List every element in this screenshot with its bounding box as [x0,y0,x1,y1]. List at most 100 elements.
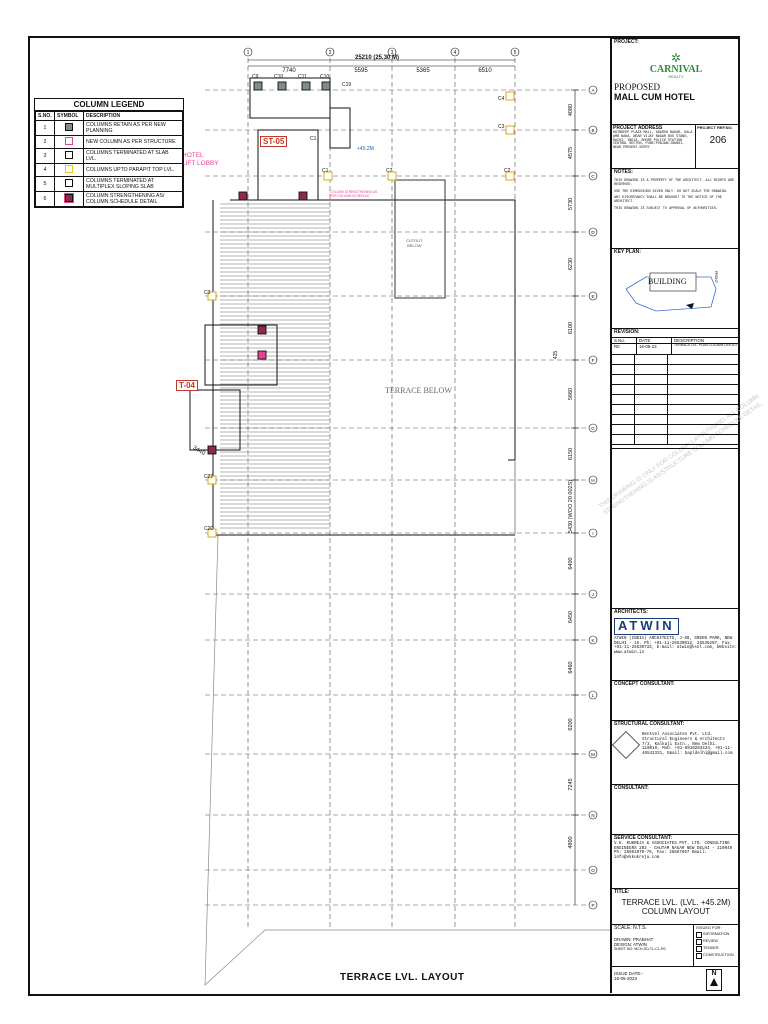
title-block: PROJECT: ✲ CARNIVAL REALTY PROPOSED MALL… [610,38,740,993]
legend-row-desc: COLUMNS TERMINATED AT MULTIPLEX SLOPING … [83,176,183,192]
revision-empty-row [612,384,740,395]
column-marker [505,91,515,101]
top-dimension-text: 5365 [416,68,430,74]
column-tag: C3 [498,124,505,130]
right-dimension-text: 6230 [568,258,574,270]
concept-label: CONCEPT CONSULTANT: [614,681,675,687]
drawing-title: TERRACE LVL. LAYOUT [340,972,465,983]
issue-item: CONSTRUCTION [696,952,738,959]
legend-row-no: 4 [35,163,55,177]
grid-row-label: N [591,813,594,818]
right-dimension-text: 6400 [568,557,574,569]
grid-row-label: E [591,294,594,299]
key-plan-building-label: BUILDING [648,277,687,286]
rev-desc: TERRACE LVL. PLAN COLUMN LAYOUT [674,342,738,347]
sheet-title-2: COLUMN LAYOUT [641,906,711,916]
notes-section: NOTES: THIS DRAWING IS A PROPERTY OF THE… [612,168,740,248]
key-plan-front-label: FRONT [714,270,719,284]
ref-label: PROJECT REF.No. [697,125,733,130]
grid-row-label: M [591,752,595,757]
grid-row-label: O [591,868,595,873]
column-marker [238,191,248,201]
revision-empty-row [612,354,740,365]
revision-empty-row [612,414,740,425]
legend-row-symbol [54,148,84,164]
column-symbol-icon [65,151,73,159]
column-symbol-icon [65,179,73,187]
right-dimension-text: 4080 [568,104,574,116]
consultant-label: CONSULTANT: [614,785,649,791]
revision-empty-row [612,424,740,435]
column-symbol-icon [65,137,73,145]
concept-section: CONCEPT CONSULTANT: [612,680,740,720]
right-dimension-text: 6450 [568,611,574,623]
address-section: PROJECT ADDRESS RATNDEEP PLAZA MALL, ADA… [612,124,740,168]
watermark-area [612,448,740,608]
column-tag: C4 [498,96,505,102]
legend-row-symbol [54,163,84,177]
atwin-logo: ATWIN [614,617,679,635]
level-marker: +45.2M [357,146,374,152]
hotel-lift-lobby-label: HOTEL LIFT LOBBY [182,152,219,167]
revision-empty-row [612,404,740,415]
project-name-2: MALL CUM HOTEL [614,92,695,103]
note-2: USE THE DIMENSIONS GIVEN ONLY. DO NOT SC… [614,189,728,194]
right-dimension-text: 6100 [568,322,574,334]
column-symbol-icon [65,123,73,131]
grid-row-label: P [591,903,594,908]
revision-empty-row [612,364,740,375]
project-name-1: PROPOSED [614,81,661,92]
legend-row-no: 5 [35,176,55,192]
revision-empty-row [612,374,740,385]
column-tag: C10 [320,74,329,80]
key-plan-diagram [625,272,717,312]
north-arrow-icon: N [706,969,722,991]
column-marker [301,81,311,91]
note-3: ANY DISCREPANCY SHALL BE BROUGHT TO THE … [614,196,722,205]
revision-section: REVISION: S.No. DATE DESCRIPTION R0 16-0… [612,328,740,448]
service-text: V.K. KUKREJA & ASSOCIATES PVT. LTD. CONS… [614,841,733,861]
cutout-label: CUTOUT BELOW [406,238,423,248]
right-dimension-text: 6150 [568,448,574,460]
address-text: RATNDEEP PLAZA MALL, ADARSH NAGAR, KALA … [613,130,693,151]
right-dimension-text: 5430 (WOO 20 002S) [568,480,574,533]
ref-no: 206 [709,134,727,146]
column-tag: C2 [504,168,511,174]
structural-section: STRUCTURAL CONSULTANT: Bentvel Associate… [612,720,740,784]
column-tag: C9 [252,74,259,80]
title-section: TITLE: TERRACE LVL. (LVL. +45.2M) COLUMN… [612,888,740,924]
column-tag: C22 [204,474,213,480]
legend-row: 4 COLUMNS UPTO PARAPIT TOP LVL. [35,163,183,177]
legend-row-symbol [54,176,84,192]
right-dimension-text: 5660 [568,388,574,400]
architects-label: ARCHITECTS: [614,609,648,615]
revision-row: R0 16-05-23 TERRACE LVL. PLAN COLUMN LAY… [612,342,740,355]
right-dimension-text: 6460 [568,661,574,673]
column-tag: C7 [386,168,393,174]
column-tag: C3 [204,290,211,296]
legend-row-symbol [54,120,84,136]
grid-row-label: A [591,88,594,93]
scale: SCALE: N.T.S. [614,925,647,931]
revision-empty-row [612,394,740,405]
grid-row-label: H [591,478,594,483]
column-marker [505,125,515,135]
rev-col-sno: S.No. [612,337,637,343]
legend-header-description: DESCRIPTION [83,111,183,121]
column-tag: C10 [274,74,283,80]
dim-425: 425 [553,350,560,360]
legend-title: COLUMN LEGEND [35,99,183,111]
revision-label: REVISION: [614,329,640,335]
flower-icon: ✲ [670,50,682,65]
legend-row-desc: COLUMNS UPTO PARAPIT TOP LVL. [83,163,183,177]
legend-row-desc: COLUMNS TERMINATED AT SLAB LVL. [83,148,183,164]
legend-row-desc: NEW COLUMN AS PER STRUCTURE [83,135,183,149]
column-symbol-icon [64,193,74,203]
grid-row-label: G [591,426,595,431]
logo-sub: REALTY [668,74,684,80]
right-dimension-text: 5730 [568,198,574,210]
legend-row: 1 COLUMNS RETAIN AS PER NEW PLANNING [35,120,183,136]
column-marker [321,81,331,91]
column-marker [253,81,263,91]
structural-label: STRUCTURAL CONSULTANT: [614,721,685,727]
